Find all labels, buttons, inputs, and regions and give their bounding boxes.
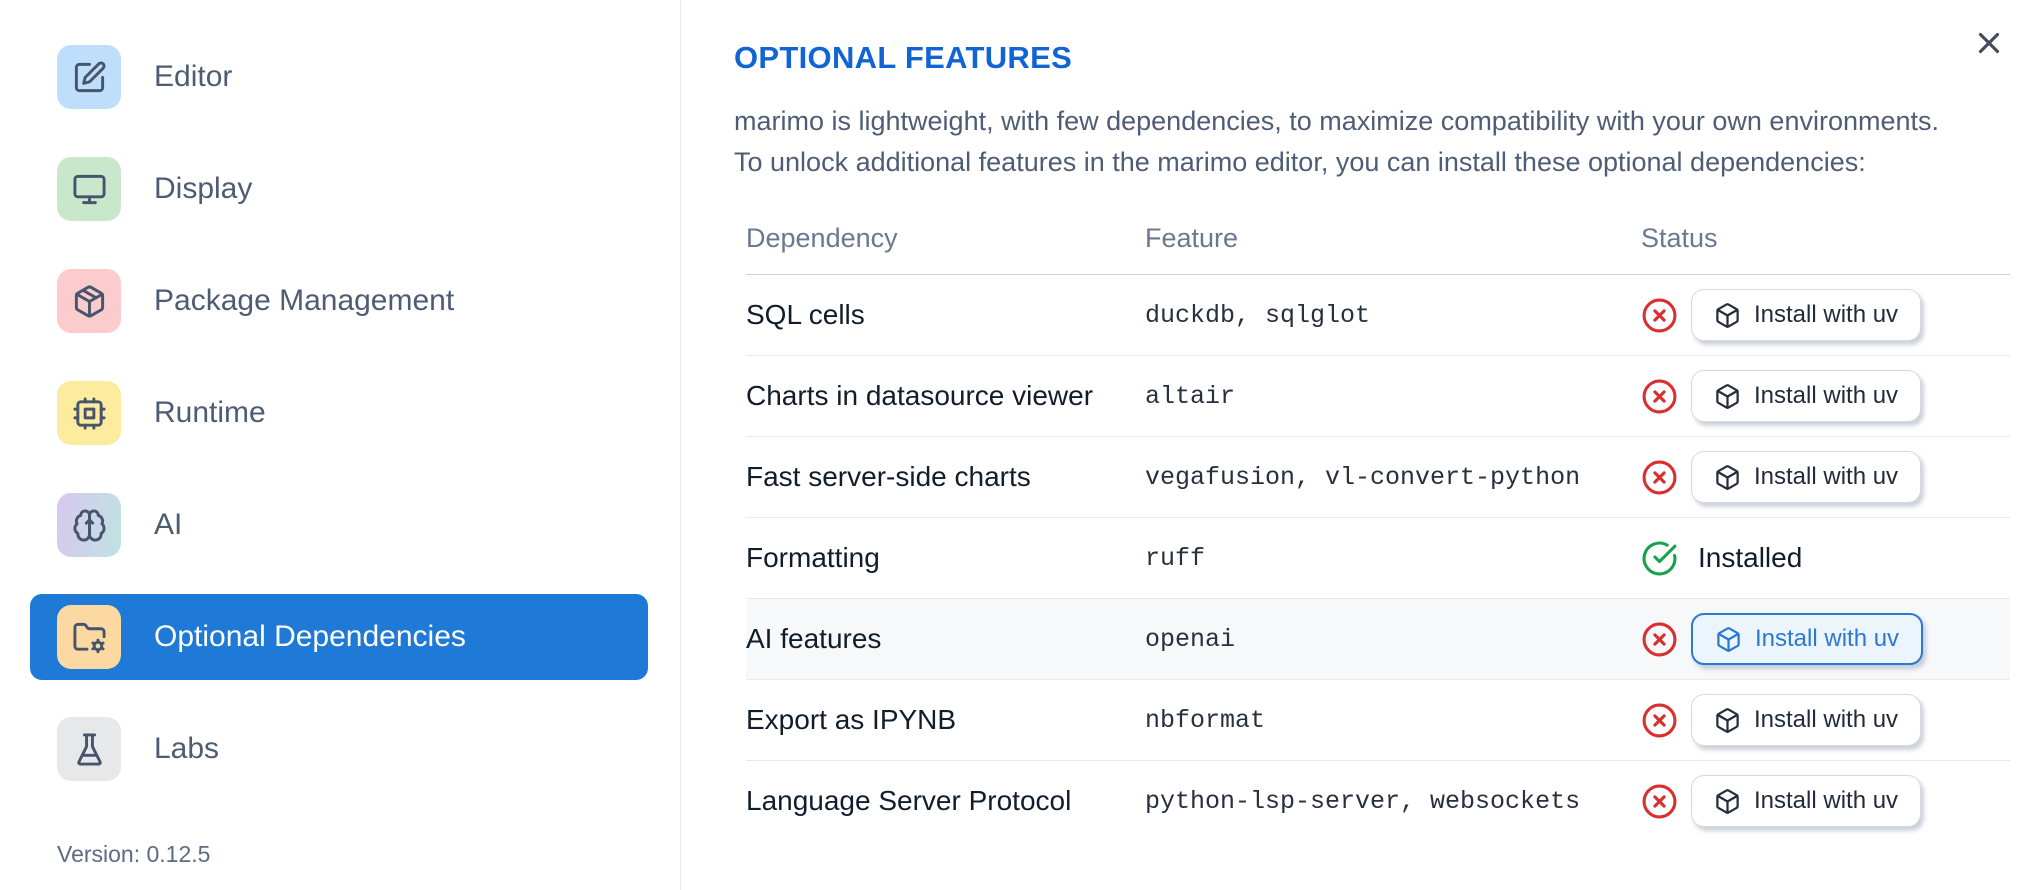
package-icon — [57, 269, 121, 333]
sidebar-item-label: Labs — [154, 732, 220, 765]
brain-icon — [57, 493, 121, 557]
table-row: Language Server Protocol python-lsp-serv… — [746, 761, 2010, 841]
install-button-label: Install with uv — [1755, 625, 1900, 652]
install-button-label: Install with uv — [1754, 463, 1899, 490]
folder-cog-icon — [57, 605, 121, 669]
sidebar-item-label: Editor — [154, 60, 233, 93]
box-icon — [1715, 626, 1742, 653]
close-button[interactable] — [1970, 24, 2008, 62]
feature-packages: altair — [1145, 381, 1236, 411]
install-button-label: Install with uv — [1754, 706, 1899, 733]
table-row: SQL cells duckdb, sqlglot Install with u… — [746, 275, 2010, 356]
table-row: Charts in datasource viewer altair Insta… — [746, 356, 2010, 437]
install-with-uv-button[interactable]: Install with uv — [1691, 289, 1922, 341]
sidebar-item-runtime[interactable]: Runtime — [0, 357, 680, 469]
feature-packages: python-lsp-server, websockets — [1145, 786, 1581, 816]
sidebar-item-label: Runtime — [154, 396, 266, 429]
sidebar-nav: Editor Display Package Management Runtim… — [0, 0, 680, 805]
column-header-dependency: Dependency — [746, 223, 898, 253]
table-body: SQL cells duckdb, sqlglot Install with u… — [746, 275, 2010, 841]
install-button-label: Install with uv — [1754, 301, 1899, 328]
description-line-2: To unlock additional features in the mar… — [734, 147, 1866, 177]
table-row: Export as IPYNB nbformat Install with uv — [746, 680, 2010, 761]
status-cell: Installed — [1641, 540, 2010, 577]
flask-icon — [57, 717, 121, 781]
not-installed-icon — [1641, 297, 1678, 334]
status-cell: Install with uv — [1641, 694, 2010, 746]
feature-packages: duckdb, sqlglot — [1145, 300, 1371, 330]
feature-packages: nbformat — [1145, 705, 1266, 735]
edit-icon — [57, 45, 121, 109]
column-header-feature: Feature — [1145, 223, 1239, 253]
sidebar-item-editor[interactable]: Editor — [0, 21, 680, 133]
box-icon — [1714, 383, 1741, 410]
not-installed-icon — [1641, 702, 1678, 739]
sidebar-item-label: Display — [154, 172, 253, 205]
sidebar-item-package-management[interactable]: Package Management — [0, 245, 680, 357]
table-header: Dependency Feature Status — [746, 211, 2010, 275]
not-installed-icon — [1641, 459, 1678, 496]
not-installed-icon — [1641, 621, 1678, 658]
table-row: Formatting ruff Installed — [746, 518, 2010, 599]
status-cell: Install with uv — [1641, 289, 2010, 341]
dependency-name: Fast server-side charts — [746, 461, 1031, 492]
install-button-label: Install with uv — [1754, 382, 1899, 409]
not-installed-icon — [1641, 783, 1678, 820]
install-with-uv-button[interactable]: Install with uv — [1691, 775, 1922, 827]
install-with-uv-button[interactable]: Install with uv — [1691, 613, 1924, 665]
feature-packages: openai — [1145, 624, 1236, 654]
status-cell: Install with uv — [1641, 370, 2010, 422]
box-icon — [1714, 464, 1741, 491]
install-with-uv-button[interactable]: Install with uv — [1691, 370, 1922, 422]
sidebar-item-optional-dependencies[interactable]: Optional Dependencies — [0, 581, 680, 693]
status-cell: Install with uv — [1641, 613, 2010, 665]
install-with-uv-button[interactable]: Install with uv — [1691, 451, 1922, 503]
description: marimo is lightweight, with few dependen… — [734, 101, 2042, 183]
not-installed-icon — [1641, 378, 1678, 415]
version-label: Version: 0.12.5 — [57, 841, 211, 867]
dependency-name: Formatting — [746, 542, 880, 573]
page-title: OPTIONAL FEATURES — [734, 40, 1073, 75]
table-row: Fast server-side charts vegafusion, vl-c… — [746, 437, 2010, 518]
sidebar-item-label: Optional Dependencies — [154, 620, 466, 653]
sidebar-item-label: Package Management — [154, 284, 455, 317]
close-icon — [1972, 32, 2006, 63]
table-row: AI features openai Install with uv — [746, 599, 2010, 680]
optional-features-panel: OPTIONAL FEATURES marimo is lightweight,… — [682, 0, 2042, 890]
install-with-uv-button[interactable]: Install with uv — [1691, 694, 1922, 746]
sidebar-item-ai[interactable]: AI — [0, 469, 680, 581]
box-icon — [1714, 707, 1741, 734]
dependency-name: Language Server Protocol — [746, 785, 1072, 816]
install-button-label: Install with uv — [1754, 787, 1899, 814]
box-icon — [1714, 302, 1741, 329]
box-icon — [1714, 788, 1741, 815]
dependency-name: AI features — [746, 623, 882, 654]
sidebar-item-display[interactable]: Display — [0, 133, 680, 245]
status-cell: Install with uv — [1641, 451, 2010, 503]
settings-dialog: Editor Display Package Management Runtim… — [0, 0, 2042, 890]
monitor-icon — [57, 157, 121, 221]
sidebar-item-labs[interactable]: Labs — [0, 693, 680, 805]
description-line-1: marimo is lightweight, with few dependen… — [734, 106, 1940, 136]
settings-sidebar: Editor Display Package Management Runtim… — [0, 0, 681, 890]
column-header-status: Status — [1641, 223, 1718, 253]
status-cell: Install with uv — [1641, 775, 2010, 827]
dependency-name: SQL cells — [746, 299, 865, 330]
feature-packages: vegafusion, vl-convert-python — [1145, 462, 1581, 492]
dependencies-table: Dependency Feature Status SQL cells duck… — [746, 211, 2010, 841]
dependency-name: Export as IPYNB — [746, 704, 957, 735]
cpu-icon — [57, 381, 121, 445]
status-label: Installed — [1698, 542, 1803, 573]
installed-icon — [1641, 540, 1678, 577]
dependency-name: Charts in datasource viewer — [746, 380, 1094, 411]
sidebar-item-label: AI — [154, 508, 183, 541]
feature-packages: ruff — [1145, 543, 1206, 573]
